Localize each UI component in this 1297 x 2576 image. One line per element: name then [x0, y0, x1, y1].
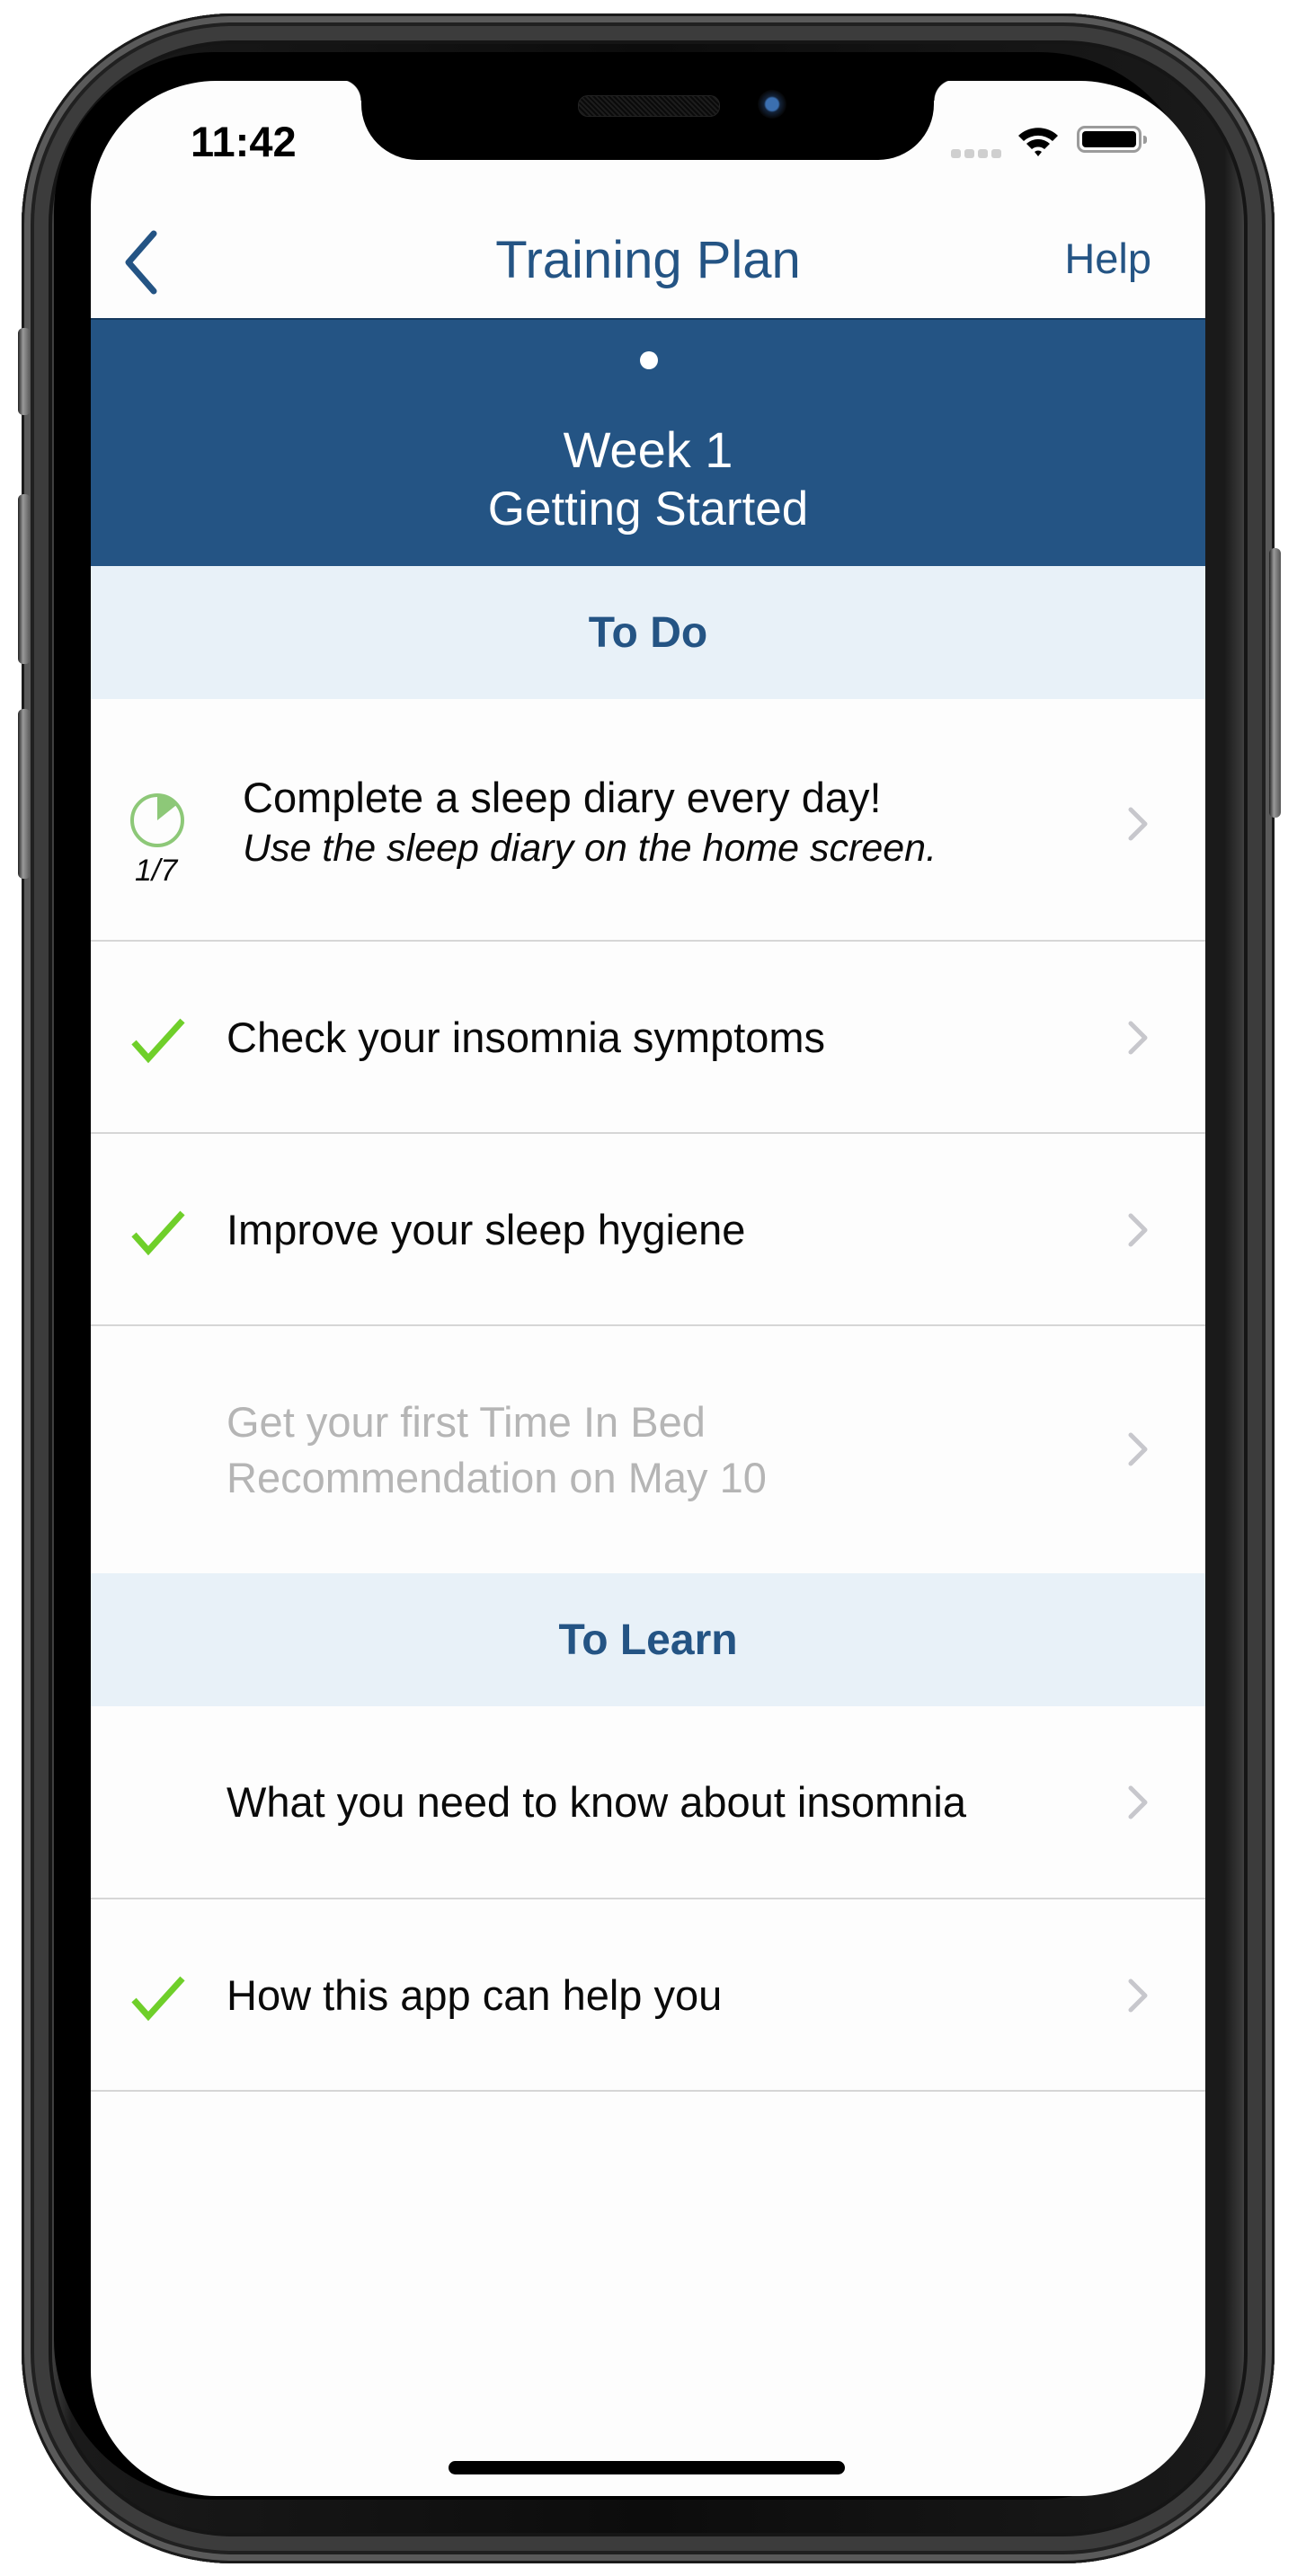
task-row-insomnia-symptoms[interactable]: Check your insomnia symptoms	[91, 942, 1205, 1134]
lesson-title: What you need to know about insomnia	[227, 1778, 967, 1826]
task-title: Complete a sleep diary every day!	[243, 774, 882, 821]
volume-down-button	[18, 709, 31, 879]
chevron-right-icon	[1128, 1021, 1148, 1055]
wifi-icon	[1018, 128, 1058, 156]
earpiece-speaker	[578, 95, 720, 117]
status-time: 11:42	[191, 118, 297, 165]
volume-up-button	[18, 494, 31, 664]
section-header-to-do: To Do	[91, 566, 1205, 699]
lesson-title: How this app can help you	[227, 1971, 723, 2019]
progress-pie-slice	[157, 795, 177, 820]
section-header-to-learn: To Learn	[91, 1573, 1205, 1706]
chevron-right-icon	[1128, 1785, 1148, 1819]
chevron-right-icon	[1128, 807, 1148, 841]
chevron-right-icon	[1128, 1213, 1148, 1247]
mute-switch	[18, 328, 31, 415]
help-button[interactable]: Help	[1064, 234, 1151, 283]
week-header: Week 1 Getting Started	[91, 318, 1205, 566]
navigation-bar: Training Plan Help	[91, 207, 1205, 318]
task-row-time-in-bed[interactable]: Get your first Time In Bed Recommendatio…	[91, 1326, 1205, 1573]
week-subtitle: Getting Started	[487, 482, 809, 536]
checkmark-icon	[131, 1018, 185, 1064]
progress-count: 1/7	[135, 854, 178, 888]
task-title: Improve your sleep hygiene	[227, 1206, 746, 1253]
checkmark-icon	[131, 1976, 185, 2022]
battery-icon	[1077, 126, 1147, 153]
chevron-right-icon	[1128, 1978, 1148, 2013]
cellular-signal-icon	[951, 149, 1001, 158]
page-indicator-dot[interactable]	[640, 351, 658, 369]
home-indicator[interactable]	[449, 2461, 845, 2474]
task-row-sleep-hygiene[interactable]: Improve your sleep hygiene	[91, 1134, 1205, 1326]
chevron-right-icon	[1128, 1432, 1148, 1466]
progress-pie-icon	[130, 793, 184, 847]
task-title: Check your insomnia symptoms	[227, 1014, 826, 1061]
week-title: Week 1	[563, 421, 733, 478]
front-camera	[758, 90, 786, 119]
task-row-sleep-diary[interactable]: 1/7 Complete a sleep diary every day! Us…	[91, 699, 1205, 942]
screen: 11:42 Training Plan Help Week 1 Getting …	[91, 81, 1205, 2496]
notch	[340, 81, 955, 160]
task-subtitle: Use the sleep diary on the home screen.	[243, 827, 937, 870]
task-title-line-1: Get your first Time In Bed	[227, 1398, 706, 1446]
learn-row-about-insomnia[interactable]: What you need to know about insomnia	[91, 1706, 1205, 1899]
checkmark-icon	[131, 1210, 185, 1256]
page-title: Training Plan	[495, 231, 801, 289]
task-title-line-2: Recommendation on May 10	[227, 1454, 767, 1501]
learn-row-app-help[interactable]: How this app can help you	[91, 1899, 1205, 2092]
power-button	[1269, 548, 1281, 818]
